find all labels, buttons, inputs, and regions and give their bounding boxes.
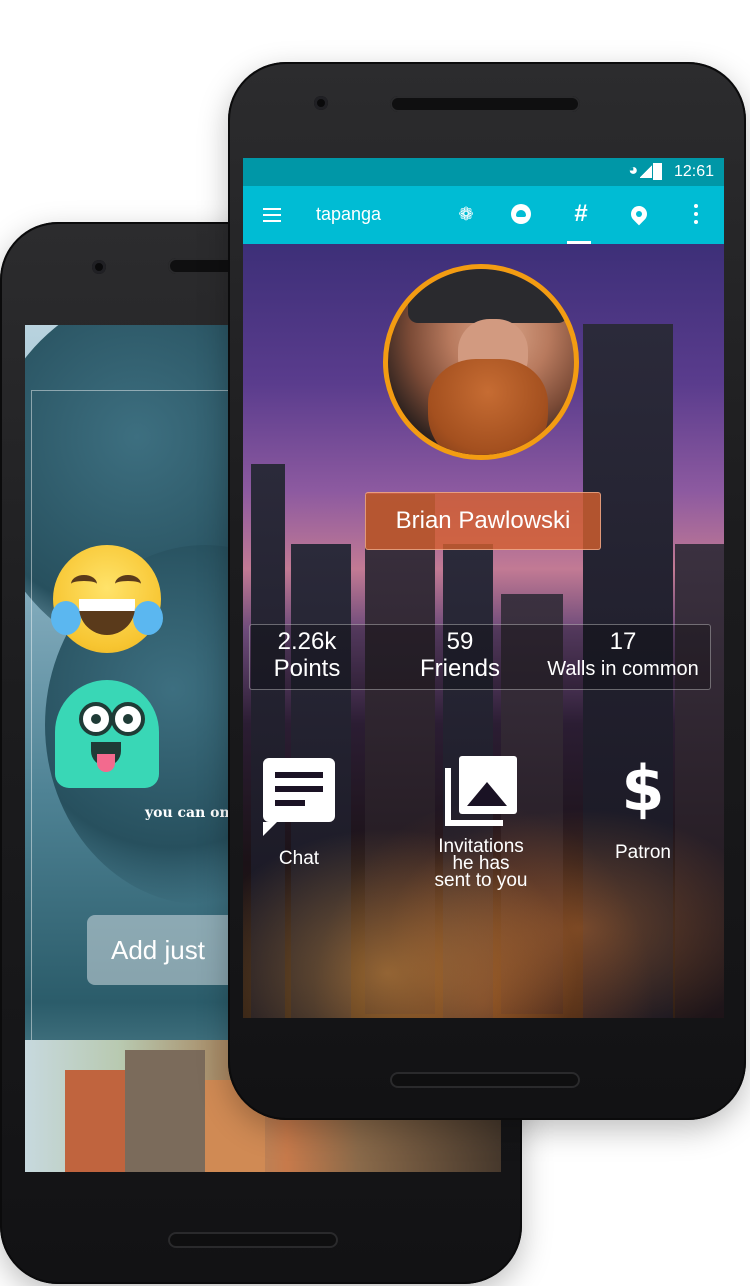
profile-avatar[interactable] [383, 264, 579, 460]
wifi-icon: ◕ [628, 162, 638, 179]
stat-friends: 59 Friends [410, 629, 510, 683]
menu-icon[interactable] [263, 208, 281, 222]
back-caption: you can on [145, 805, 230, 821]
ghost-emoji-icon [55, 680, 159, 788]
app-title: tapanga [316, 204, 382, 224]
bottom-speaker [390, 1072, 580, 1088]
photo-library-icon [445, 756, 517, 828]
status-bar: ◕ 12:61 [243, 158, 724, 186]
stat-points: 2.26k Points [260, 629, 354, 683]
stat-walls-value: 17 [609, 628, 637, 655]
stat-points-value: 2.26k [277, 628, 337, 655]
stats-panel: 2.26k Points 59 Friends 17 Walls in comm… [249, 624, 711, 690]
stat-friends-label: Friends [419, 655, 501, 682]
front-camera [92, 260, 106, 274]
hashtag-icon[interactable]: # [567, 200, 595, 228]
stat-friends-value: 59 [446, 628, 474, 655]
invitations-button[interactable]: Invitations he has sent to you [423, 756, 539, 891]
stat-walls-label: Walls in common [547, 658, 699, 680]
patron-button[interactable]: $ Patron [603, 752, 683, 863]
location-pin-icon[interactable] [625, 200, 653, 228]
bottom-speaker [168, 1232, 338, 1248]
dollar-icon: $ [621, 752, 665, 825]
more-vert-icon[interactable] [682, 200, 710, 228]
signal-icon [640, 164, 652, 178]
chat-button[interactable]: Chat [259, 758, 339, 869]
stat-walls: 17 Walls in common [538, 629, 708, 683]
battery-icon [653, 163, 662, 180]
chat-label: Chat [278, 848, 320, 869]
app-bar: tapanga ❁ # [243, 186, 724, 244]
earpiece-speaker [390, 96, 580, 112]
status-time: 12:61 [673, 163, 714, 180]
front-phone: ◕ 12:61 tapanga ❁ # Brian Pawlowski 2.26… [228, 62, 746, 1120]
stat-points-label: Points [273, 655, 341, 682]
laughing-emoji-icon [51, 545, 163, 653]
patron-label: Patron [615, 842, 671, 863]
front-phone-screen: ◕ 12:61 tapanga ❁ # Brian Pawlowski 2.26… [243, 158, 724, 1018]
chat-icon [263, 758, 335, 836]
front-camera [314, 96, 328, 110]
invitations-label-line-3: sent to you [434, 870, 528, 891]
profile-name: Brian Pawlowski [365, 492, 601, 550]
groups-icon[interactable] [507, 200, 535, 228]
skype-icon[interactable]: ❁ [452, 200, 480, 228]
